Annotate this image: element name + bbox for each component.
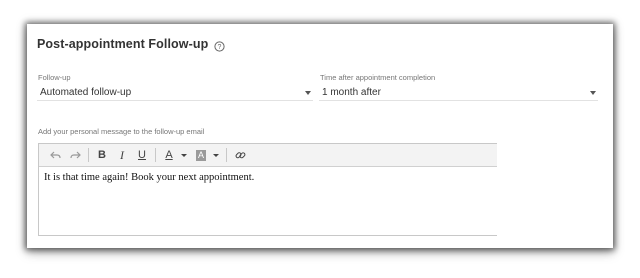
toolbar-divider xyxy=(88,148,89,162)
toolbar-divider xyxy=(155,148,156,162)
background-color-button[interactable]: A xyxy=(191,147,211,163)
followup-value: Automated follow-up xyxy=(40,87,132,98)
bold-button[interactable]: B xyxy=(92,147,112,163)
underline-button[interactable]: U xyxy=(132,147,152,163)
chevron-down-icon xyxy=(590,90,596,95)
followup-card: Post-appointment Follow-up ? Follow-up A… xyxy=(27,24,613,248)
chevron-down-icon xyxy=(305,90,311,95)
svg-text:?: ? xyxy=(218,44,222,51)
link-icon[interactable] xyxy=(230,147,250,163)
section-title: Post-appointment Follow-up xyxy=(37,37,209,51)
time-after-select[interactable]: 1 month after xyxy=(319,85,598,101)
chevron-down-icon[interactable] xyxy=(213,153,219,157)
italic-button[interactable]: I xyxy=(112,147,132,163)
help-icon[interactable]: ? xyxy=(214,39,225,52)
time-after-label: Time after appointment completion xyxy=(320,73,436,82)
time-after-value: 1 month after xyxy=(322,87,381,98)
redo-icon[interactable] xyxy=(65,147,85,163)
followup-label: Follow-up xyxy=(38,73,71,82)
chevron-down-icon[interactable] xyxy=(181,153,187,157)
message-editor: B I U A A It is that time again! Book yo… xyxy=(38,143,497,236)
toolbar-divider xyxy=(226,148,227,162)
undo-icon[interactable] xyxy=(45,147,65,163)
section-header: Post-appointment Follow-up ? xyxy=(37,37,225,52)
message-label: Add your personal message to the follow-… xyxy=(38,127,205,136)
background-color-label: A xyxy=(195,149,206,161)
editor-toolbar: B I U A A xyxy=(39,144,497,167)
followup-select[interactable]: Automated follow-up xyxy=(37,85,313,101)
text-color-button[interactable]: A xyxy=(159,147,179,163)
message-body[interactable]: It is that time again! Book your next ap… xyxy=(39,167,497,188)
